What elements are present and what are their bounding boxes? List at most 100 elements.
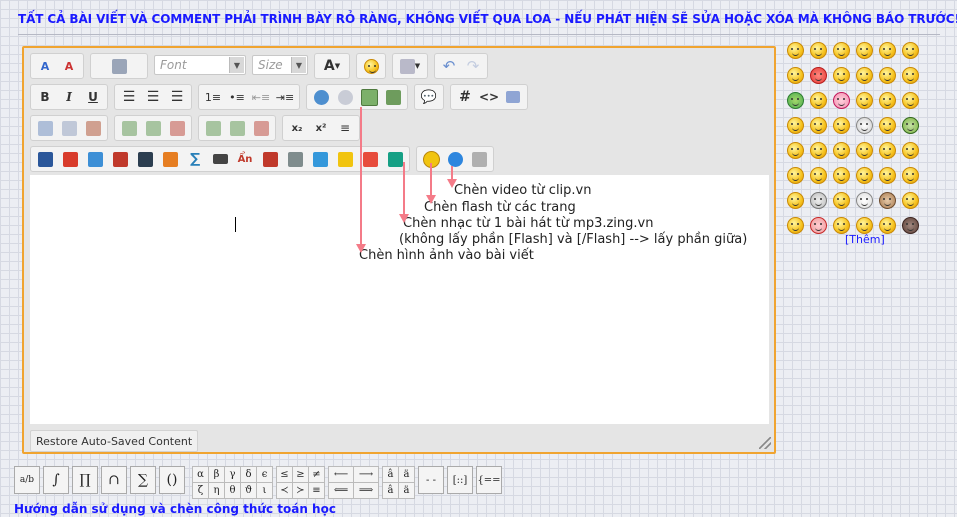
align-right-icon[interactable]: ☰ bbox=[166, 87, 188, 107]
hat-button[interactable]: â bbox=[383, 467, 398, 482]
epsilon-button[interactable]: ϵ bbox=[257, 467, 272, 482]
php-icon[interactable] bbox=[502, 87, 524, 107]
insert-column-after-icon[interactable] bbox=[142, 118, 164, 138]
insert-row-after-icon[interactable] bbox=[226, 118, 248, 138]
frog-smiley-icon[interactable] bbox=[787, 92, 804, 109]
smiley-icon[interactable] bbox=[833, 142, 850, 159]
smiley-icon[interactable] bbox=[902, 92, 919, 109]
horizontal-rule-icon[interactable]: ≡ bbox=[334, 118, 356, 138]
vartheta-button[interactable]: ϑ bbox=[241, 483, 256, 498]
angry-smiley-icon[interactable] bbox=[810, 67, 827, 84]
table-props-icon[interactable] bbox=[58, 118, 80, 138]
cup-smiley-icon[interactable] bbox=[856, 192, 873, 209]
smiley-icon[interactable] bbox=[879, 217, 896, 234]
cool-smiley-icon[interactable] bbox=[856, 67, 873, 84]
prec-button[interactable]: ≺ bbox=[277, 483, 292, 498]
paste-icon[interactable] bbox=[108, 56, 130, 76]
neq-button[interactable]: ≠ bbox=[309, 467, 324, 482]
bold-button[interactable]: B bbox=[34, 87, 56, 107]
ddot-button[interactable]: ä bbox=[399, 467, 414, 482]
clip-video-icon[interactable] bbox=[468, 149, 490, 169]
smiley-icon[interactable] bbox=[902, 192, 919, 209]
leq-button[interactable]: ≤ bbox=[277, 467, 292, 482]
flv-icon[interactable] bbox=[109, 149, 131, 169]
smiley-icon[interactable] bbox=[856, 142, 873, 159]
smiley-icon[interactable] bbox=[810, 92, 827, 109]
photo-icon[interactable] bbox=[84, 149, 106, 169]
table-icon[interactable] bbox=[34, 118, 56, 138]
italic-button[interactable]: I bbox=[58, 87, 80, 107]
smiley-icon[interactable] bbox=[810, 192, 827, 209]
geq-button[interactable]: ≥ bbox=[293, 467, 308, 482]
hidden-icon[interactable] bbox=[209, 149, 231, 169]
matrix-button[interactable]: - - bbox=[418, 466, 444, 494]
hat-button[interactable]: â bbox=[383, 483, 398, 498]
restore-autosave-button[interactable]: Restore Auto-Saved Content bbox=[30, 430, 199, 452]
math-help-link[interactable]: Hướng dẫn sử dụng và chèn công thức toán… bbox=[14, 502, 336, 516]
dog-smiley-icon[interactable] bbox=[879, 192, 896, 209]
youtube-icon[interactable] bbox=[359, 149, 381, 169]
intersection-button[interactable]: ∩ bbox=[101, 466, 127, 494]
smiley-icon[interactable] bbox=[810, 42, 827, 59]
lock-icon[interactable] bbox=[334, 149, 356, 169]
smiley-icon[interactable] bbox=[833, 167, 850, 184]
smiley-icon[interactable] bbox=[787, 117, 804, 134]
subscript-button[interactable]: x₂ bbox=[286, 118, 308, 138]
ordered-list-icon[interactable]: 1≡ bbox=[202, 87, 224, 107]
font-color-button[interactable]: A ▼ bbox=[318, 56, 346, 76]
beta-button[interactable]: β bbox=[209, 467, 224, 482]
parentheses-button[interactable]: () bbox=[159, 466, 185, 494]
right-double-arrow-button[interactable]: ⟹ bbox=[354, 483, 378, 498]
smiley-icon[interactable] bbox=[787, 192, 804, 209]
align-left-icon[interactable]: ☰ bbox=[118, 87, 140, 107]
resize-grip-icon[interactable] bbox=[759, 437, 771, 449]
ddot-button[interactable]: ä bbox=[399, 483, 414, 498]
smiley-icon[interactable] bbox=[833, 42, 850, 59]
film-icon[interactable] bbox=[134, 149, 156, 169]
smiley-icon[interactable] bbox=[902, 117, 919, 134]
superscript-button[interactable]: x² bbox=[310, 118, 332, 138]
more-smilies-link[interactable]: [Thêm] bbox=[845, 233, 885, 246]
insert-video-icon[interactable] bbox=[382, 87, 404, 107]
word-icon[interactable] bbox=[34, 149, 56, 169]
smiley-icon[interactable] bbox=[856, 92, 873, 109]
smiley-icon[interactable] bbox=[787, 142, 804, 159]
delete-table-icon[interactable] bbox=[82, 118, 104, 138]
undo-icon[interactable]: ↶ bbox=[438, 56, 460, 76]
smiley-icon[interactable] bbox=[787, 217, 804, 234]
left-double-arrow-button[interactable]: ⟸ bbox=[329, 483, 353, 498]
redo-icon[interactable]: ↷ bbox=[462, 56, 484, 76]
smiley-icon[interactable] bbox=[833, 117, 850, 134]
attach-icon[interactable]: ▼ bbox=[396, 56, 424, 76]
succ-button[interactable]: ≻ bbox=[293, 483, 308, 498]
pdf-icon[interactable] bbox=[59, 149, 81, 169]
smiley-icon[interactable] bbox=[879, 42, 896, 59]
sum-button[interactable]: ∑ bbox=[130, 466, 156, 494]
font-case-icon[interactable]: A bbox=[34, 56, 56, 76]
google-icon[interactable] bbox=[259, 149, 281, 169]
font-select[interactable]: Font ▼ bbox=[154, 55, 246, 75]
editor-content-area[interactable]: Chèn video từ clip.vn Chèn flash từ các … bbox=[30, 175, 769, 424]
link-icon[interactable] bbox=[310, 87, 332, 107]
smiley-icon[interactable] bbox=[787, 167, 804, 184]
insert-column-icon[interactable] bbox=[118, 118, 140, 138]
smiley-icon[interactable] bbox=[810, 117, 827, 134]
star-smiley-icon[interactable] bbox=[856, 167, 873, 184]
product-button[interactable]: ∏ bbox=[72, 466, 98, 494]
smiley-icon[interactable] bbox=[879, 142, 896, 159]
dropbox-icon[interactable] bbox=[309, 149, 331, 169]
skull-smiley-icon[interactable] bbox=[856, 117, 873, 134]
bracket-matrix-button[interactable]: [::] bbox=[447, 466, 473, 494]
remove-format-icon[interactable]: A bbox=[58, 56, 80, 76]
outdent-icon[interactable]: ⇤≡ bbox=[250, 87, 272, 107]
delete-column-icon[interactable] bbox=[166, 118, 188, 138]
insert-image-icon[interactable] bbox=[358, 87, 380, 107]
smiley-icon[interactable] bbox=[879, 167, 896, 184]
unlink-icon[interactable] bbox=[334, 87, 356, 107]
smiley-icon[interactable] bbox=[787, 42, 804, 59]
indent-icon[interactable]: ⇥≡ bbox=[274, 87, 296, 107]
cases-button[interactable]: {== bbox=[476, 466, 502, 494]
insert-row-icon[interactable] bbox=[202, 118, 224, 138]
smiley-icon[interactable] bbox=[856, 42, 873, 59]
sigma-icon[interactable]: ∑ bbox=[184, 149, 206, 169]
